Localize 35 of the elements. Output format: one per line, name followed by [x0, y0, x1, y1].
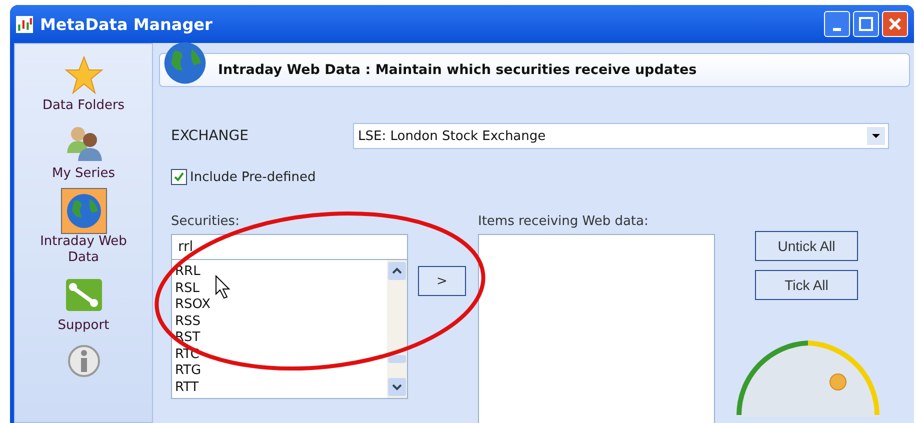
- action-button[interactable]: Untick All: [755, 231, 858, 261]
- chart-app-icon: [16, 16, 33, 32]
- window-title: MetaData Manager: [40, 14, 214, 34]
- star-icon: [64, 55, 104, 95]
- checkbox[interactable]: [171, 169, 187, 185]
- sidebar-item[interactable]: Support: [28, 272, 138, 334]
- minimize-icon: [833, 28, 841, 30]
- sidebar-label: Intraday Web Data: [39, 234, 128, 266]
- close-button[interactable]: [882, 11, 908, 37]
- web-items-label: Items receiving Web data:: [478, 214, 650, 231]
- sidebar-item[interactable]: My Series: [28, 120, 138, 182]
- sidebar-label: My Series: [50, 166, 116, 182]
- list-item[interactable]: RTT: [175, 380, 387, 396]
- maximize-icon: [856, 14, 876, 34]
- checkbox-label: Include Pre-defined: [190, 170, 316, 184]
- exchange-dropdown[interactable]: LSE: London Stock Exchange: [353, 123, 889, 149]
- list-item[interactable]: RSS: [175, 314, 387, 330]
- globe-icon: [162, 40, 208, 86]
- sidebar-item[interactable]: Intraday Web Data: [28, 188, 138, 266]
- maximize-button[interactable]: [853, 11, 879, 37]
- header-title: Intraday Web Data : Maintain which securities receive updates: [218, 62, 697, 78]
- securities-label: Securities:: [171, 214, 240, 231]
- minimize-button[interactable]: [824, 11, 850, 37]
- scroll-bar[interactable]: [387, 260, 407, 398]
- sidebar-label: Support: [56, 318, 110, 334]
- search-field[interactable]: rrl: [171, 234, 408, 260]
- sidebar-item[interactable]: Data Folders: [28, 52, 138, 114]
- list-item[interactable]: RSL: [175, 280, 387, 297]
- list-item[interactable]: RTG: [175, 363, 387, 380]
- mouse-pointer-icon: [215, 275, 231, 299]
- exchange-label: EXCHANGE: [171, 128, 250, 144]
- action-button[interactable]: Tick All: [755, 270, 858, 300]
- add-button[interactable]: >: [418, 266, 466, 296]
- sidebar-label: Data Folders: [41, 98, 126, 114]
- list-item[interactable]: RSOX: [175, 297, 387, 314]
